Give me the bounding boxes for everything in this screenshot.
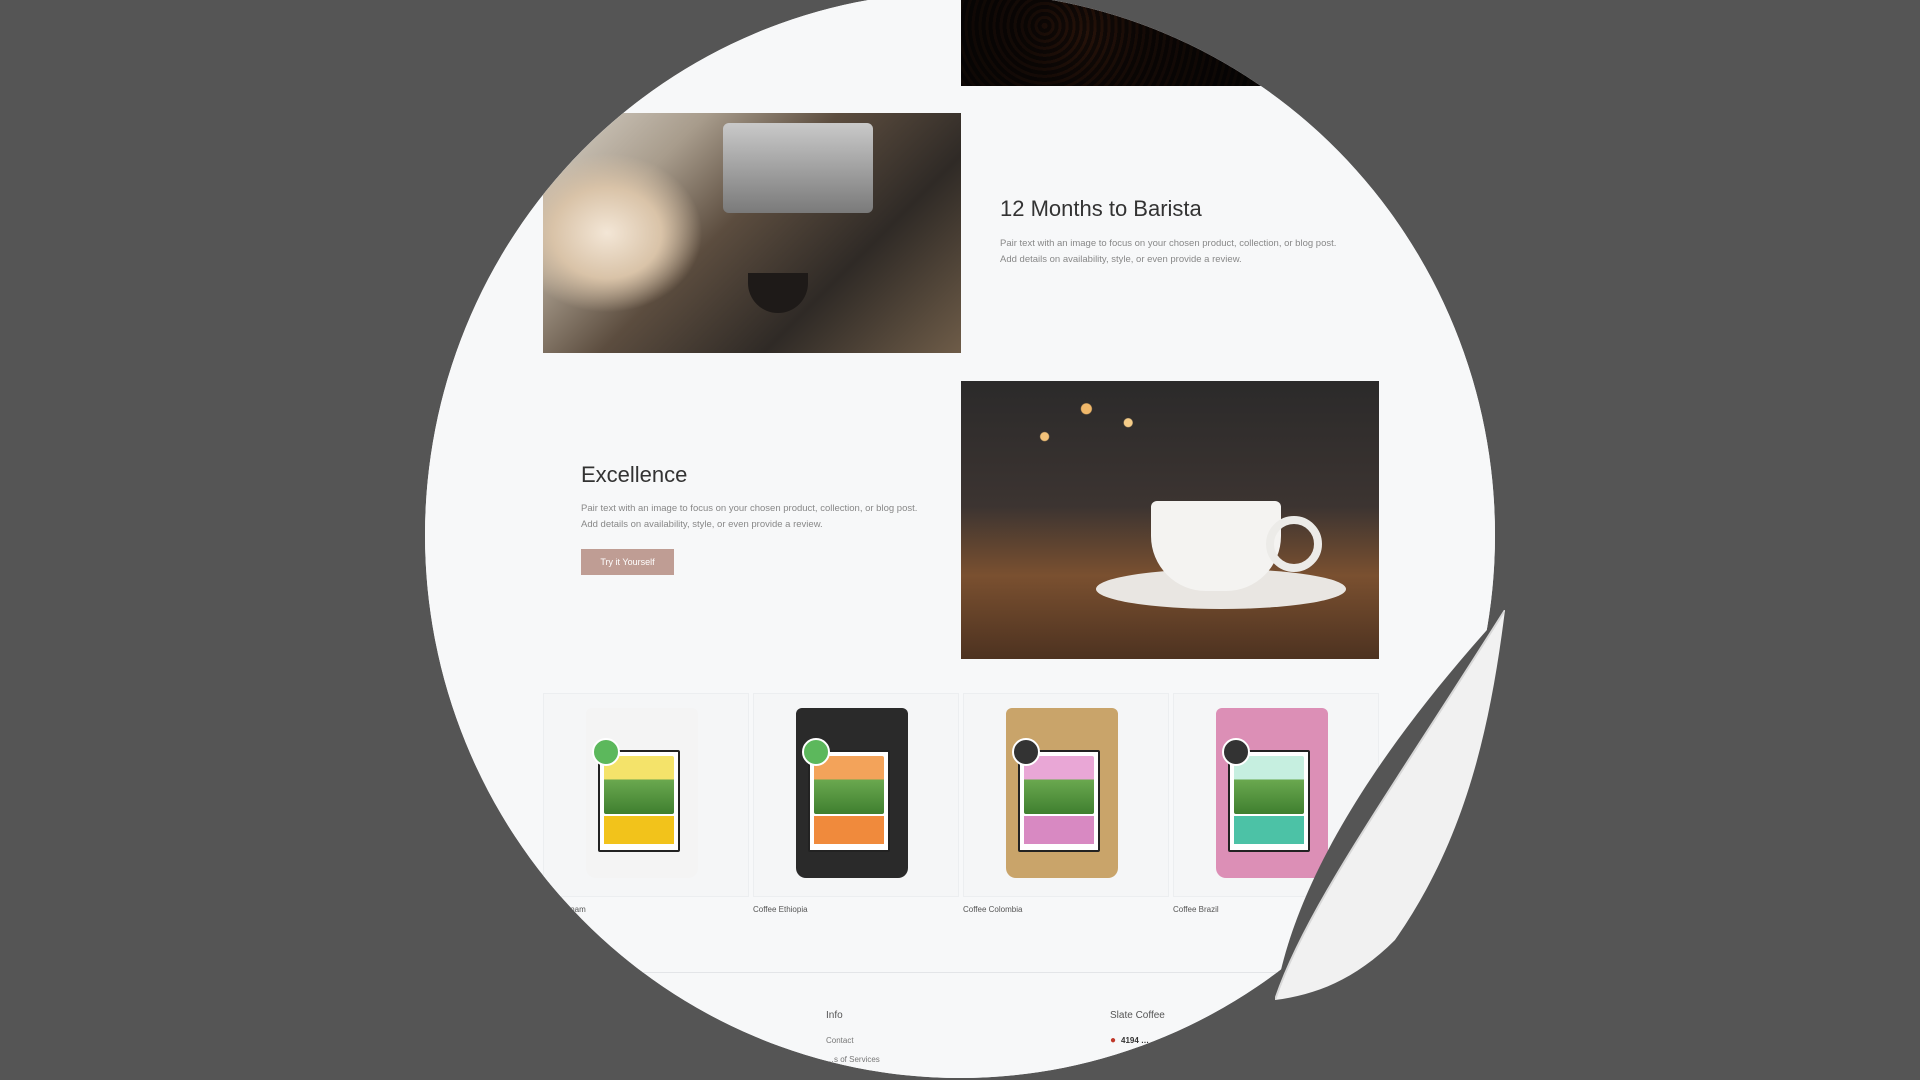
brand-logo-icon: [1012, 738, 1040, 766]
footer-link-terms[interactable]: …s of Services: [826, 1055, 880, 1064]
product-card[interactable]: [753, 693, 959, 897]
footer-link-contact[interactable]: Contact: [826, 1036, 854, 1045]
espresso-cup: [748, 273, 808, 313]
section-body-barista: Pair text with an image to focus on your…: [1000, 238, 1337, 265]
bag-scene: [814, 756, 884, 814]
coffee-bag-image: [796, 708, 908, 878]
product-name[interactable]: Coffee Ethiopia: [753, 905, 808, 914]
bag-band: [1024, 816, 1094, 844]
page-curl: [1275, 610, 1505, 1000]
mug-handle: [1266, 516, 1322, 572]
footer-divider: [540, 972, 1380, 973]
product-name[interactable]: Coffee Brazil: [1173, 905, 1219, 914]
bag-scene: [604, 756, 674, 814]
section-body-excellence: Pair text with an image to focus on your…: [581, 503, 918, 530]
coffee-bag-image: [586, 708, 698, 878]
bag-band: [814, 816, 884, 844]
coffee-mug: [1151, 501, 1281, 591]
coffee-beans-image: [961, 0, 1379, 86]
footer-heading-info: Info: [826, 1010, 843, 1021]
brand-logo-icon: [592, 738, 620, 766]
bag-scene: [1024, 756, 1094, 814]
product-name[interactable]: …tnam: [560, 905, 586, 914]
section-title-barista: 12 Months to Barista: [1000, 196, 1202, 221]
bag-band: [604, 816, 674, 844]
brand-logo-icon: [802, 738, 830, 766]
product-name[interactable]: Coffee Colombia: [963, 905, 1022, 914]
product-card[interactable]: [963, 693, 1169, 897]
brand-logo-icon: [1222, 738, 1250, 766]
try-it-yourself-button[interactable]: Try it Yourself: [581, 549, 674, 575]
product-card[interactable]: [543, 693, 749, 897]
barista-espresso-image: [543, 113, 961, 353]
espresso-machine: [723, 123, 873, 213]
location-pin-icon: ●: [1110, 1035, 1117, 1046]
stage: 12 Months to Barista Pair text with an i…: [0, 0, 1920, 1080]
footer-address: 4194 …: [1121, 1036, 1150, 1045]
section-title-excellence: Excellence: [581, 462, 688, 487]
footer-heading-brand: Slate Coffee: [1110, 1010, 1165, 1021]
coffee-bag-image: [1006, 708, 1118, 878]
barista-arm: [543, 153, 703, 313]
